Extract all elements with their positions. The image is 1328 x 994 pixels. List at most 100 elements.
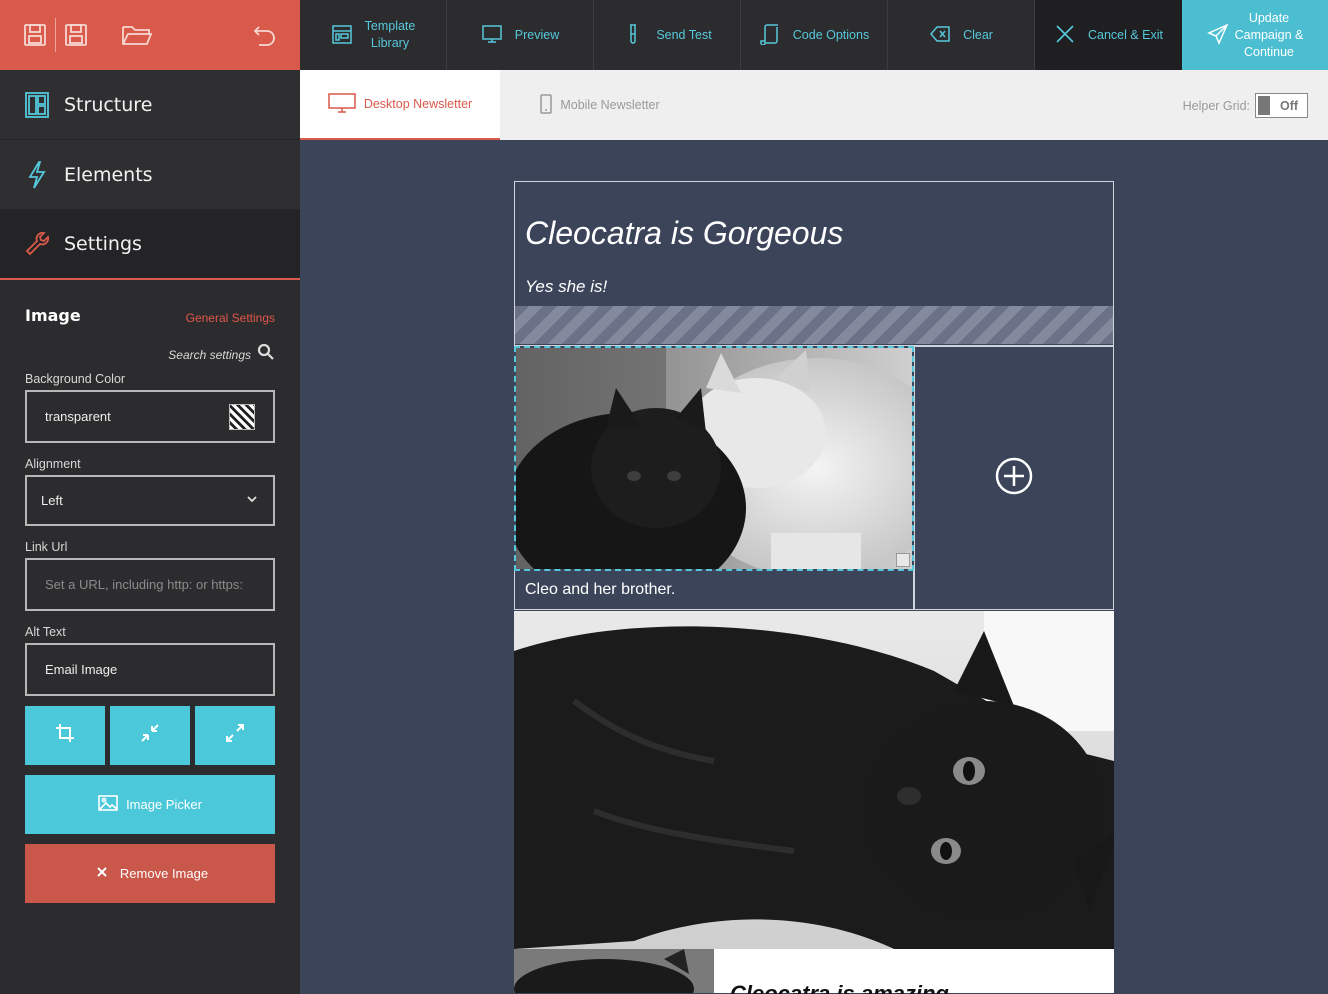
- background-color-field[interactable]: transparent: [25, 390, 275, 443]
- alignment-label: Alignment: [25, 457, 81, 471]
- image-caption[interactable]: Cleo and her brother.: [525, 581, 675, 599]
- tab-desktop-label: Desktop Newsletter: [363, 97, 473, 111]
- shrink-icon: [140, 723, 160, 748]
- background-color-value: transparent: [45, 409, 111, 424]
- mobile-icon: [540, 93, 560, 117]
- update-campaign-button[interactable]: Update Campaign & Continue: [1182, 0, 1328, 70]
- alignment-select[interactable]: Left: [25, 475, 275, 526]
- send-test-label: Send Test: [656, 27, 712, 42]
- storefront-icon: [331, 23, 365, 48]
- helper-grid-label: Helper Grid:: [1182, 98, 1250, 113]
- black-cat-photo-art: [514, 611, 1114, 949]
- template-library-button[interactable]: Template Library: [300, 0, 447, 70]
- open-folder-icon[interactable]: [121, 22, 153, 48]
- image-tool-buttons: [25, 706, 275, 765]
- preview-label: Preview: [514, 27, 560, 42]
- alignment-value: Left: [41, 493, 63, 508]
- add-content-column[interactable]: [914, 346, 1114, 610]
- add-circle-icon[interactable]: [994, 456, 1034, 501]
- send-test-button[interactable]: Send Test: [594, 0, 741, 70]
- small-cat-photo[interactable]: [514, 949, 714, 993]
- crop-button[interactable]: [25, 706, 105, 765]
- toggle-knob: [1258, 96, 1270, 115]
- two-column-row: Cleo and her brother.: [514, 346, 1114, 610]
- top-toolbar: Template Library Preview Send Test Code …: [300, 0, 1328, 70]
- cats-photo: [516, 348, 912, 569]
- black-cat-photo[interactable]: [514, 611, 1114, 949]
- alt-text-field[interactable]: Email Image: [25, 643, 275, 696]
- desktop-icon: [328, 92, 364, 116]
- search-settings[interactable]: Search settings: [25, 343, 275, 366]
- email-header-block[interactable]: Cleocatra is Gorgeous Yes she is!: [514, 181, 1114, 346]
- code-options-label: Code Options: [792, 27, 870, 42]
- expand-button[interactable]: [195, 706, 275, 765]
- link-url-label: Link Url: [25, 540, 68, 554]
- backspace-icon: [929, 23, 963, 48]
- alt-text-label: Alt Text: [25, 625, 66, 639]
- image-picker-label: Image Picker: [126, 797, 202, 812]
- link-url-input[interactable]: [45, 577, 255, 592]
- shrink-button[interactable]: [110, 706, 190, 765]
- section-title[interactable]: Cleocatra is amazing: [730, 981, 949, 994]
- paper-plane-icon: [1206, 23, 1235, 48]
- script-icon: [759, 23, 793, 48]
- panel-elements[interactable]: Elements: [0, 140, 300, 210]
- general-settings-link[interactable]: General Settings: [186, 311, 275, 325]
- search-icon[interactable]: [257, 343, 275, 366]
- settings-title: Image: [25, 306, 81, 325]
- email-canvas: Cleocatra is Gorgeous Yes she is! Cleo a…: [514, 181, 1114, 994]
- lightning-icon: [24, 160, 50, 190]
- tab-desktop-newsletter[interactable]: Desktop Newsletter: [300, 70, 500, 140]
- image-text-row: Cleocatra is amazing: [514, 949, 1114, 994]
- code-options-button[interactable]: Code Options: [741, 0, 888, 70]
- wrench-icon: [24, 229, 50, 259]
- email-title[interactable]: Cleocatra is Gorgeous: [525, 215, 843, 252]
- template-library-label: Template Library: [364, 19, 416, 50]
- helper-grid-control: Helper Grid: Off: [1183, 93, 1308, 118]
- remove-image-label: Remove Image: [119, 866, 209, 881]
- helper-grid-toggle[interactable]: Off: [1255, 93, 1308, 118]
- toggle-state: Off: [1280, 98, 1299, 113]
- quick-actions-bar: [0, 0, 300, 70]
- link-url-field[interactable]: [25, 558, 275, 611]
- layout-icon: [24, 90, 50, 120]
- small-cat-photo-art: [514, 949, 714, 993]
- cats-photo-selected[interactable]: [514, 346, 914, 571]
- close-icon: [92, 864, 120, 883]
- color-swatch[interactable]: [229, 403, 255, 430]
- clear-button[interactable]: Clear: [888, 0, 1035, 70]
- view-tabs-bar: Desktop Newsletter Mobile Newsletter Hel…: [300, 70, 1328, 140]
- left-sidebar: Structure Elements Settings Image Genera…: [0, 0, 300, 994]
- expand-icon: [225, 723, 245, 748]
- search-settings-label: Search settings: [168, 347, 251, 362]
- save-as-icon[interactable]: [63, 22, 89, 48]
- close-icon: [1054, 23, 1088, 48]
- tab-mobile-label: Mobile Newsletter: [560, 98, 660, 112]
- tab-mobile-newsletter[interactable]: Mobile Newsletter: [500, 70, 700, 140]
- undo-icon[interactable]: [252, 22, 278, 48]
- divider-block[interactable]: [515, 306, 1113, 344]
- test-tube-icon: [622, 23, 656, 48]
- cancel-exit-label: Cancel & Exit: [1087, 27, 1164, 42]
- alt-text-value: Email Image: [45, 662, 118, 677]
- preview-button[interactable]: Preview: [447, 0, 594, 70]
- panel-label: Settings: [64, 233, 142, 255]
- cancel-exit-button[interactable]: Cancel & Exit: [1035, 0, 1182, 70]
- clear-label: Clear: [963, 27, 993, 42]
- panel-structure[interactable]: Structure: [0, 70, 300, 140]
- image-icon: [98, 795, 126, 814]
- panel-settings[interactable]: Settings: [0, 210, 300, 280]
- remove-image-button[interactable]: Remove Image: [25, 844, 275, 903]
- chevron-down-icon: [245, 492, 259, 509]
- image-picker-button[interactable]: Image Picker: [25, 775, 275, 834]
- panel-label: Structure: [64, 93, 153, 116]
- quick-bar-separator: [55, 18, 56, 52]
- email-subtitle[interactable]: Yes she is!: [525, 277, 607, 297]
- caption-block[interactable]: Cleo and her brother.: [514, 571, 914, 610]
- monitor-icon: [481, 23, 515, 48]
- resize-handle[interactable]: [896, 553, 910, 567]
- image-settings-panel: Image General Settings Search settings B…: [0, 306, 300, 903]
- background-color-label: Background Color: [25, 372, 126, 386]
- save-icon[interactable]: [22, 22, 48, 48]
- panel-label: Elements: [64, 163, 153, 186]
